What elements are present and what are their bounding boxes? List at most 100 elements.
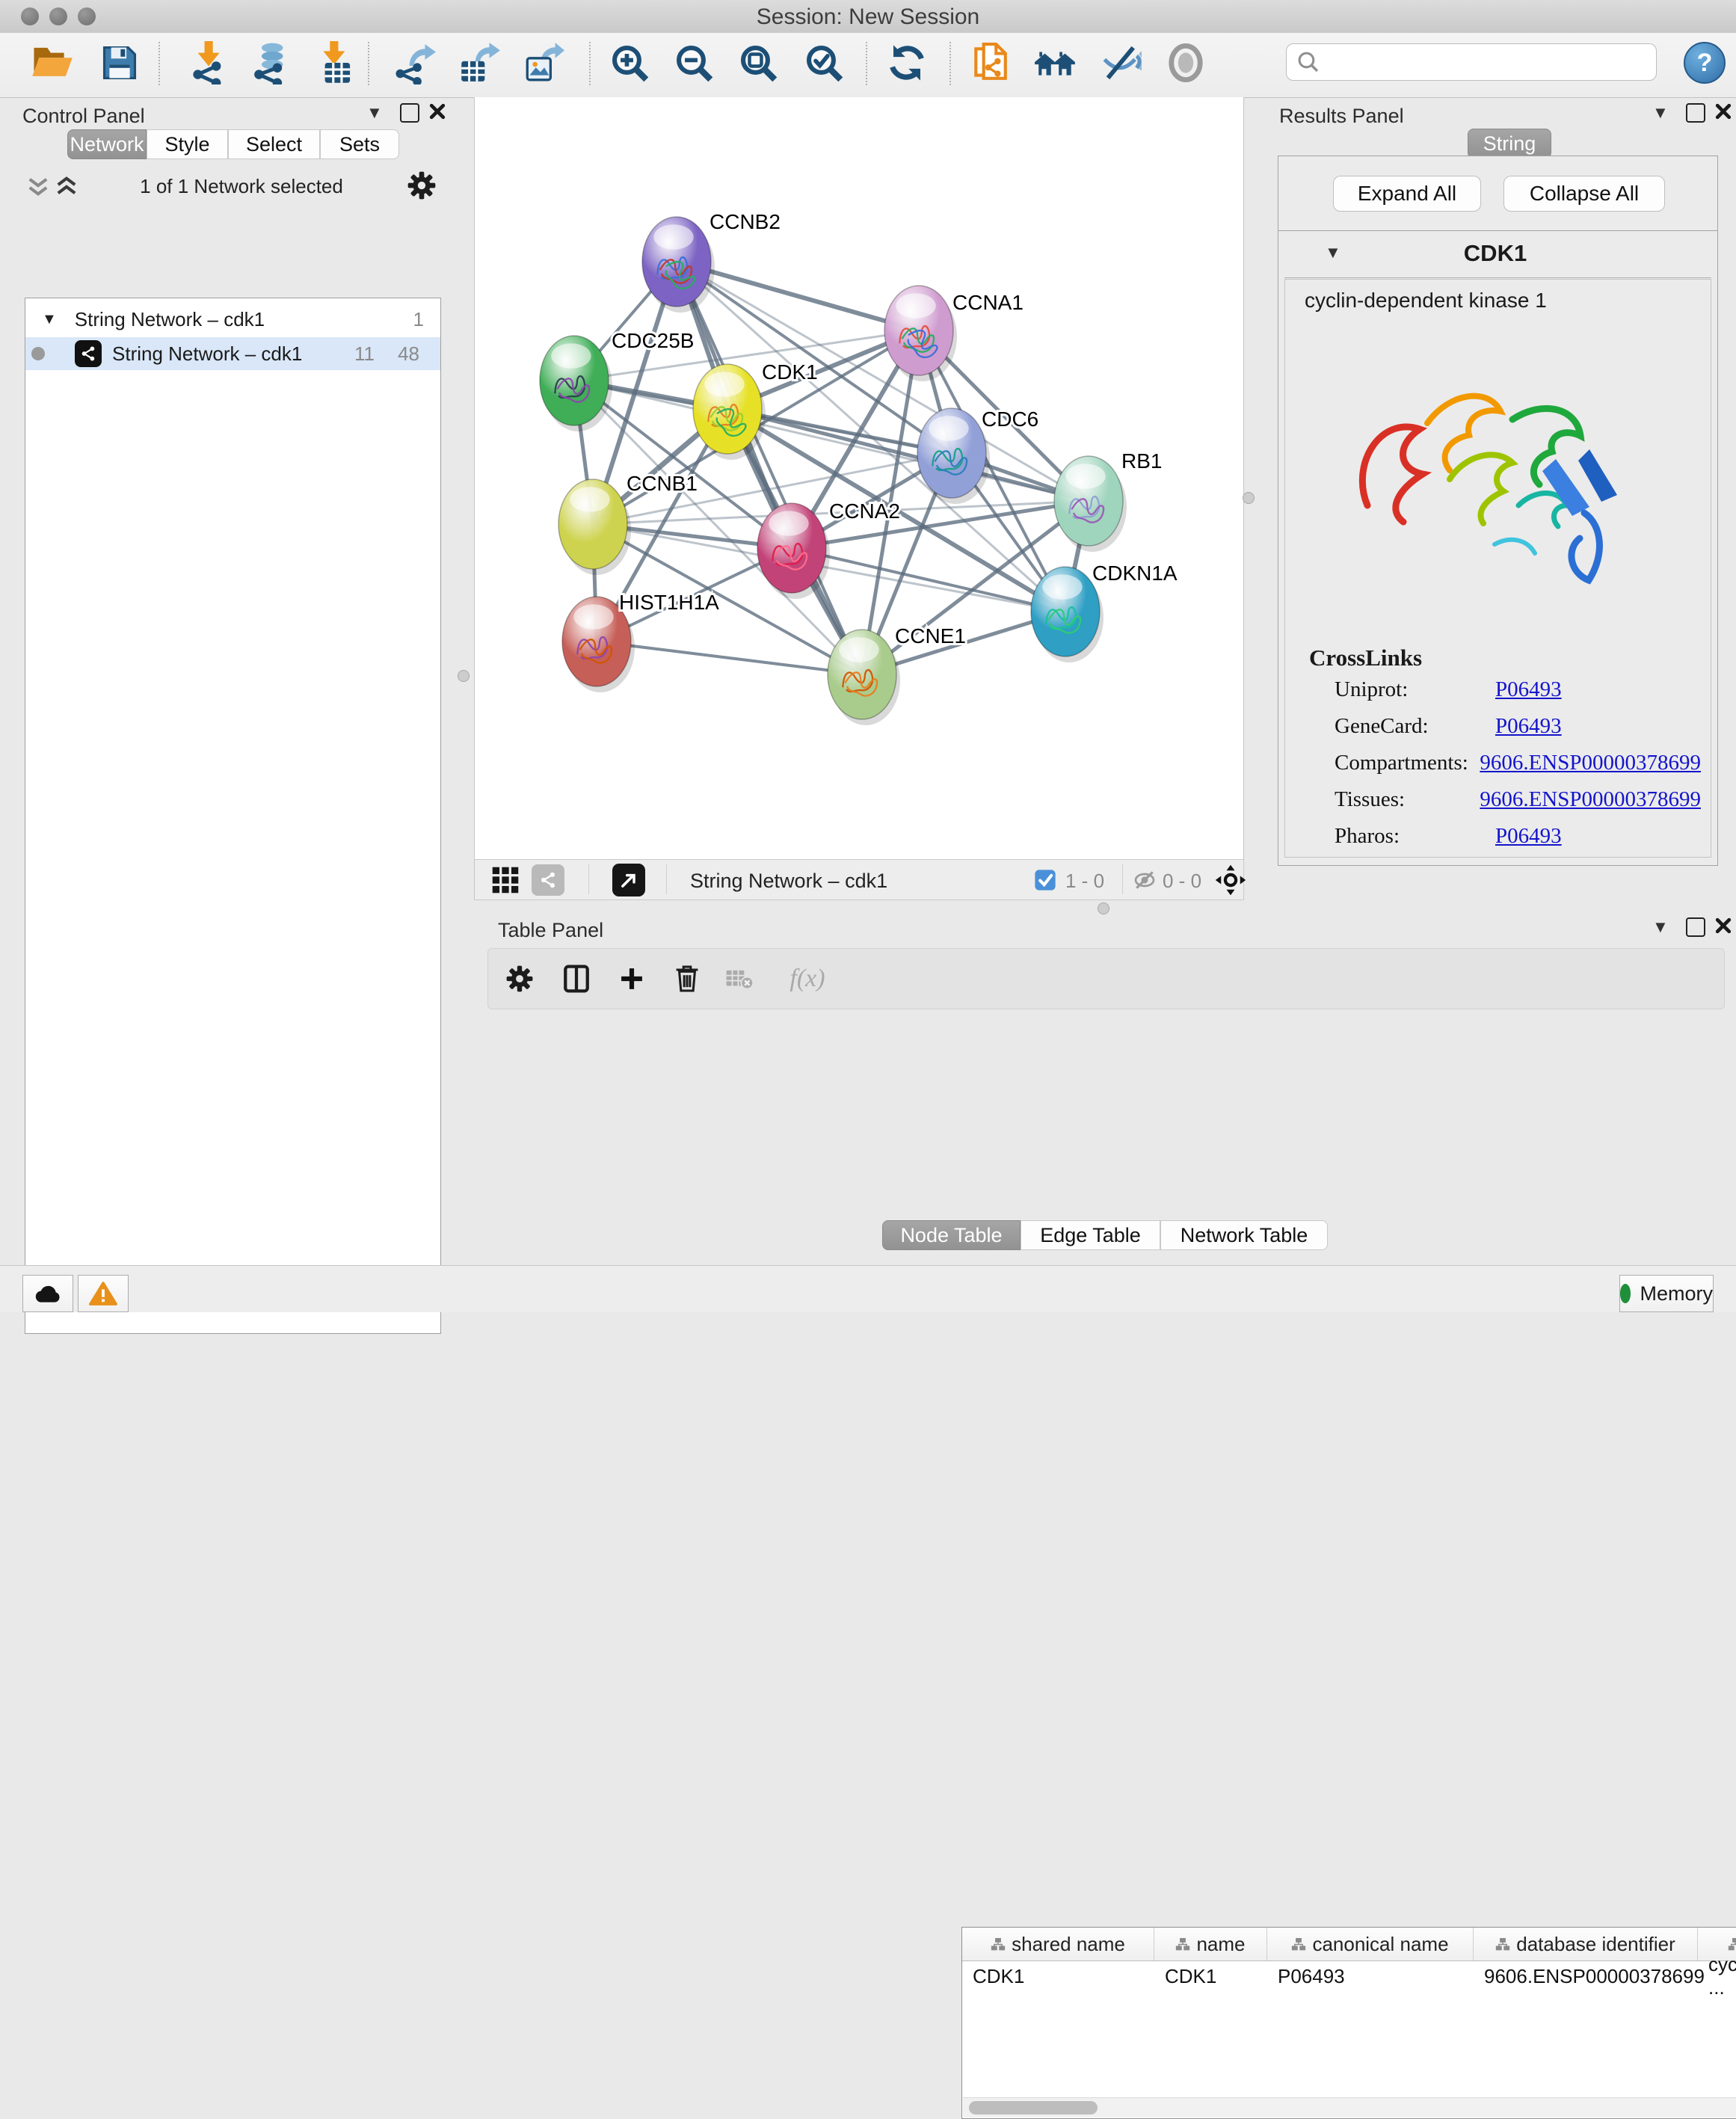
zoom-selected-icon[interactable]	[800, 39, 848, 87]
zoom-fit-icon[interactable]	[734, 39, 782, 87]
network-node-HIST1H1A[interactable]: HIST1H1A	[562, 591, 719, 692]
table-cell[interactable]: P06493	[1267, 1960, 1474, 1992]
network-name: String Network – cdk1	[112, 342, 302, 366]
import-network-file-icon[interactable]	[184, 39, 232, 87]
table-cell[interactable]: cyclin-dependent ...	[1698, 1960, 1736, 1992]
panel-menu-caret-icon[interactable]: ▼	[1652, 917, 1669, 937]
show-columns-icon[interactable]	[554, 955, 599, 1003]
tab-node-table[interactable]: Node Table	[882, 1220, 1021, 1250]
help-button[interactable]: ?	[1684, 42, 1726, 84]
search-icon	[1296, 49, 1321, 75]
save-session-icon[interactable]	[96, 39, 144, 87]
create-column-icon[interactable]	[609, 955, 654, 1003]
float-panel-icon[interactable]	[1686, 103, 1705, 123]
tab-network-table[interactable]: Network Table	[1160, 1220, 1328, 1250]
toolbar-separator	[589, 42, 591, 85]
show-all-icon[interactable]	[1162, 39, 1210, 87]
table-settings-gear-icon[interactable]	[497, 955, 542, 1003]
tab-style[interactable]: Style	[147, 129, 228, 159]
share-view-icon[interactable]	[532, 864, 564, 896]
zoom-in-icon[interactable]	[606, 39, 653, 87]
crosslink-link[interactable]: P06493	[1495, 824, 1562, 849]
crosslink-row: GeneCard:P06493	[1335, 714, 1701, 739]
column-type-icon	[1175, 1938, 1190, 1951]
network-node-CDK1[interactable]: CDK1	[693, 360, 818, 460]
node-label: CDK1	[762, 360, 818, 384]
column-header-name[interactable]: name	[1154, 1928, 1267, 1960]
expand-all-button[interactable]: Expand All	[1333, 176, 1481, 212]
tab-edge-table[interactable]: Edge Table	[1021, 1220, 1160, 1250]
apply-layout-icon[interactable]	[883, 39, 931, 87]
open-in-window-icon[interactable]	[612, 864, 645, 896]
collapse-all-button[interactable]: Collapse All	[1503, 176, 1665, 212]
crosslink-link[interactable]: P06493	[1495, 714, 1562, 739]
expand-all-tree-icon[interactable]	[55, 175, 78, 200]
scrollbar-thumb[interactable]	[969, 2101, 1098, 2115]
network-node-CDKN1A[interactable]: CDKN1A	[1031, 562, 1178, 662]
cloud-button[interactable]	[22, 1275, 73, 1312]
table-cell[interactable]: 9606.ENSP00000378699	[1474, 1960, 1698, 1992]
column-header-database-identifier[interactable]: database identifier	[1474, 1928, 1698, 1960]
delete-column-trash-icon[interactable]	[665, 955, 710, 1003]
close-panel-icon[interactable]	[1714, 102, 1733, 125]
tab-network[interactable]: Network	[67, 129, 147, 159]
import-table-file-icon[interactable]	[311, 39, 359, 87]
network-node-CDC6[interactable]: CDC6	[917, 408, 1038, 504]
network-canvas[interactable]: CCNB2CCNA1CDC25BCDK1CDC6RB1CCNB1CCNA2CDK…	[474, 97, 1244, 859]
network-node-RB1[interactable]: RB1	[1054, 449, 1162, 552]
column-header-shared-name[interactable]: shared name	[962, 1928, 1154, 1960]
network-selection-info: 1 of 1 Network selected	[96, 175, 387, 198]
tab-sets[interactable]: Sets	[320, 129, 399, 159]
export-network-icon[interactable]	[392, 39, 440, 87]
column-type-icon	[1728, 1938, 1736, 1951]
float-panel-icon[interactable]	[1686, 917, 1705, 937]
search-field[interactable]	[1286, 43, 1657, 81]
table-cell[interactable]: CDK1	[962, 1960, 1154, 1992]
network-node-CCNB2[interactable]: CCNB2	[642, 210, 781, 313]
warning-button[interactable]	[78, 1275, 129, 1312]
network-edge[interactable]	[597, 642, 862, 674]
tab-string[interactable]: String	[1468, 129, 1551, 159]
section-collapse-caret-icon[interactable]: ▼	[1325, 243, 1341, 262]
search-input[interactable]	[1326, 50, 1656, 75]
export-image-icon[interactable]	[519, 39, 567, 87]
crosslink-link[interactable]: 9606.ENSP00000378699	[1480, 751, 1701, 775]
hide-selected-icon[interactable]	[1098, 39, 1145, 87]
close-panel-icon[interactable]	[1714, 916, 1733, 939]
network-node-CCNE1[interactable]: CCNE1	[828, 624, 966, 725]
table-horizontal-scrollbar[interactable]	[963, 2097, 1736, 2118]
panel-menu-caret-icon[interactable]: ▼	[1652, 103, 1669, 123]
grid-view-icon[interactable]	[491, 866, 520, 898]
crosslink-link[interactable]: P06493	[1495, 677, 1562, 702]
toolbar-separator	[158, 42, 160, 85]
string-home-icon[interactable]	[1032, 39, 1080, 87]
network-row[interactable]: String Network – cdk1 11 48	[25, 337, 440, 370]
column-header-canonical-name[interactable]: canonical name	[1267, 1928, 1474, 1960]
table-cell[interactable]: CDK1	[1154, 1960, 1267, 1992]
network-view-toolbar: String Network – cdk1 1 - 0 0 - 0	[474, 859, 1244, 900]
selected-checkbox-icon[interactable]	[1034, 869, 1056, 895]
zoom-out-icon[interactable]	[670, 39, 718, 87]
import-network-database-icon[interactable]	[247, 39, 295, 87]
network-node-CCNB1[interactable]: CCNB1	[558, 472, 698, 575]
toolbar-separator	[866, 42, 867, 85]
network-node-CDC25B[interactable]: CDC25B	[540, 329, 694, 431]
crosslink-link[interactable]: 9606.ENSP00000378699	[1480, 787, 1701, 812]
panel-menu-caret-icon[interactable]: ▼	[366, 103, 383, 123]
float-panel-icon[interactable]	[400, 103, 419, 123]
import-string-network-icon[interactable]	[966, 39, 1014, 87]
tree-expand-caret-icon[interactable]: ▼	[42, 311, 57, 328]
network-options-gear-icon[interactable]	[407, 170, 437, 204]
column-header-description[interactable]: description	[1698, 1928, 1736, 1960]
tab-select[interactable]: Select	[228, 129, 320, 159]
export-table-icon[interactable]	[455, 39, 502, 87]
network-edge[interactable]	[792, 548, 1065, 612]
network-collection-row[interactable]: ▼ String Network – cdk1 1	[25, 304, 440, 334]
move-target-icon[interactable]	[1215, 864, 1246, 899]
close-panel-icon[interactable]	[428, 102, 447, 125]
vertical-splitter-handle[interactable]	[458, 670, 470, 682]
memory-button[interactable]: Memory	[1619, 1275, 1714, 1312]
open-session-icon[interactable]	[28, 39, 76, 87]
collapse-all-tree-icon[interactable]	[27, 176, 49, 201]
table-row[interactable]: CDK1CDK1P064939606.ENSP00000378699cyclin…	[962, 1960, 1736, 1992]
